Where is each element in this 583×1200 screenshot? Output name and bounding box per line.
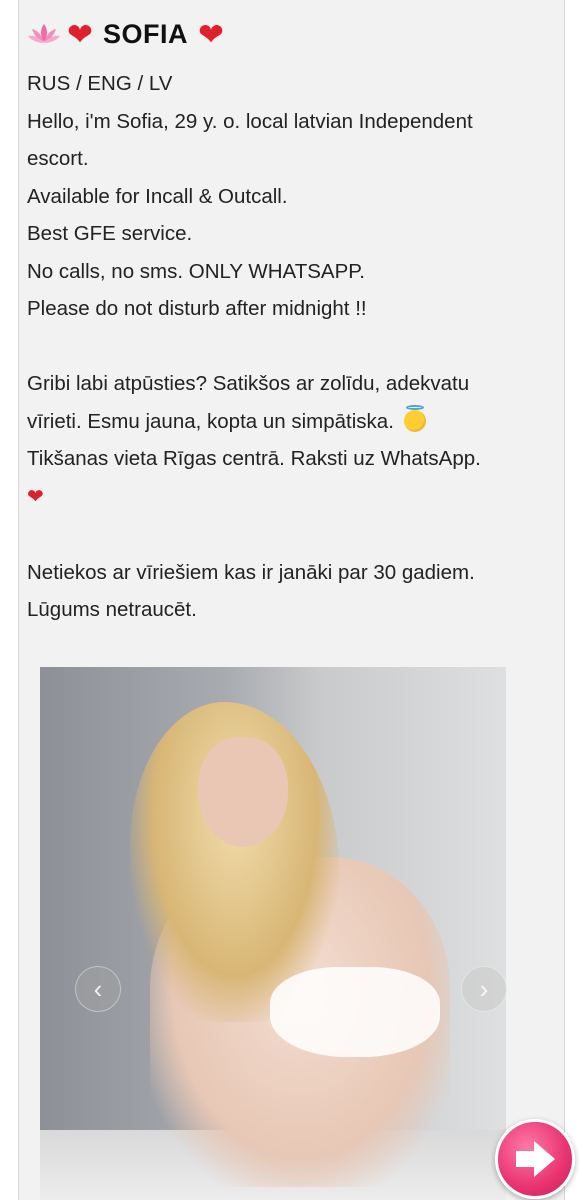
profile-description: RUS / ENG / LV Hello, i'm Sofia, 29 y. o… [27,65,527,629]
profile-name: SOFIA [102,18,188,49]
contact-text: No calls, no sms. ONLY WHATSAPP. [27,259,365,283]
lotus-icon [28,24,60,43]
availability-text: Available for Incall & Outcall. [27,184,288,208]
latvian-text-2: Tikšanas vieta Rīgas centrā. Raksti uz W… [27,447,481,470]
photo-lingerie [270,967,440,1057]
latvian-note: Netiekos ar vīriešiem kas ir janāki par … [27,560,475,622]
profile-title: ❤ SOFIA ❤ [27,14,224,54]
service-text: Best GFE service. [27,222,193,245]
latvian-paragraph: Gribi labi atpūsties? Satikšos ar zolīdu… [27,365,527,516]
heart-icon: ❤ [27,485,44,508]
next-profile-button[interactable] [495,1119,575,1199]
gallery-next-button[interactable]: › [461,966,507,1012]
latvian-text-1: Gribi labi atpūsties? Satikšos ar zolīdu… [27,372,470,433]
photo-face [198,737,288,847]
gallery-prev-button[interactable]: ‹ [75,966,121,1012]
disturb-text: Please do not disturb after midnight !! [27,297,367,320]
arrow-right-icon [516,1141,555,1177]
smiling-face-with-halo-icon [403,404,426,432]
gallery-photo[interactable] [40,667,506,1200]
intro-text: Hello, i'm Sofia, 29 y. o. local latvian… [27,109,473,171]
heart-icon: ❤ [67,16,93,52]
chevron-right-icon: › [479,974,489,1004]
languages-text: RUS / ENG / LV [27,72,173,95]
heart-icon: ❤ [198,16,224,52]
chevron-left-icon: ‹ [93,974,103,1004]
